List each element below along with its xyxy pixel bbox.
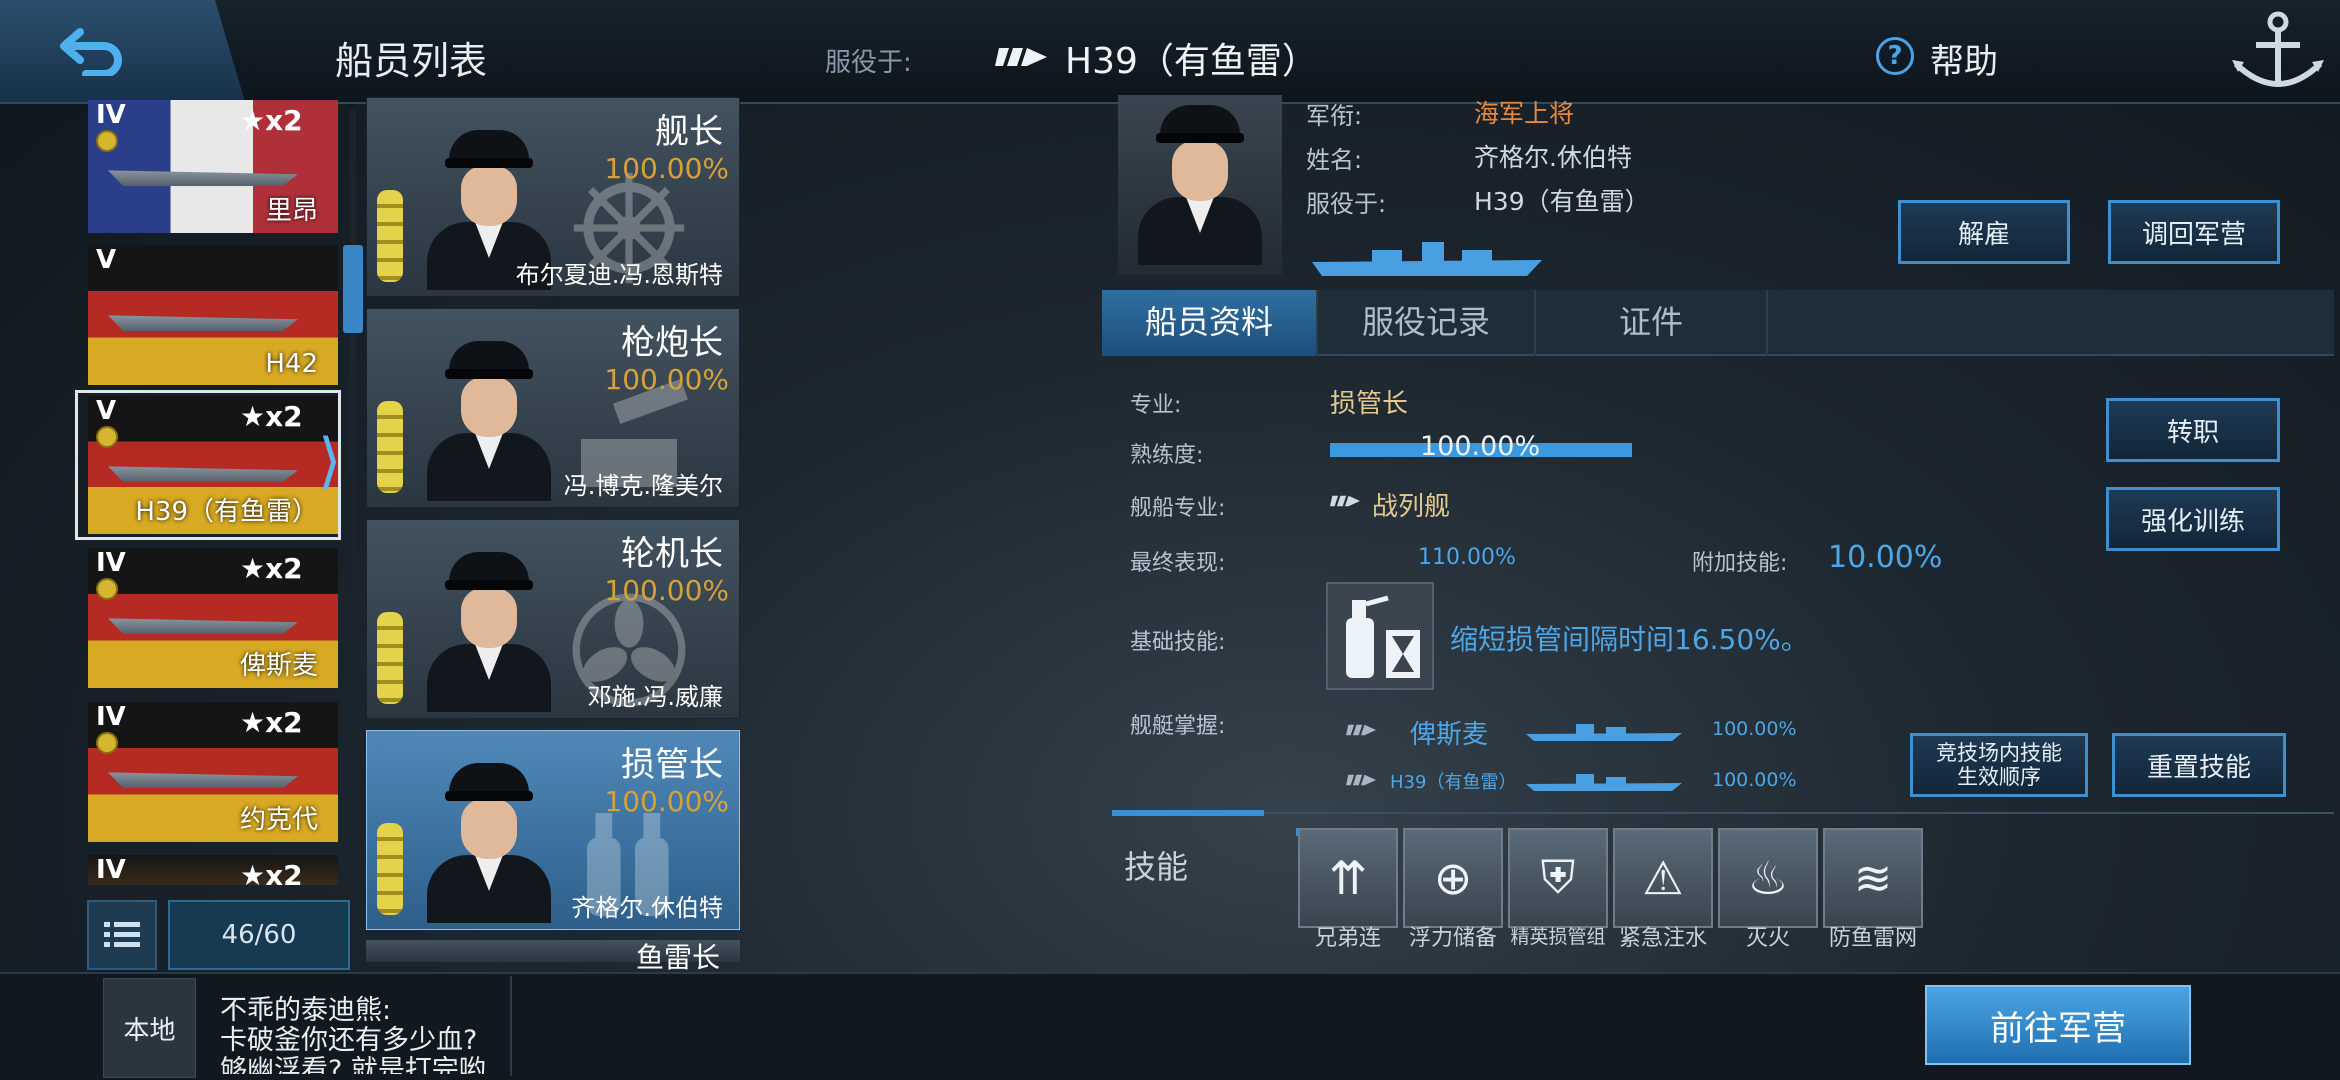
ship-silhouette-icon (1526, 774, 1682, 791)
transfer-button[interactable]: 转职 (2106, 398, 2280, 462)
crew-card-engineer[interactable]: 轮机长 100.00% 邓施.冯.威廉 (366, 519, 740, 719)
final-perf-value: 110.00% (1418, 545, 1516, 570)
skill-torpedo-net-icon[interactable]: ≋ (1823, 828, 1923, 928)
rank-value: 海军上将 (1474, 99, 1575, 128)
tab-certificate[interactable]: 证件 (1536, 290, 1768, 356)
mastery-pct: 100.00% (1712, 718, 1797, 740)
battleship-class-icon (1346, 724, 1376, 736)
skill-label: 精英损管组 (1510, 926, 1606, 948)
ship-card[interactable]: IV ★x2 里昂 (88, 100, 338, 233)
chat-divider (510, 976, 512, 1076)
ship-card[interactable]: IV ★x2 约克代 (88, 702, 338, 842)
extra-skill-label: 附加技能: (1692, 551, 1788, 576)
ship-silhouette-icon (1312, 242, 1542, 276)
base-skill-desc: 缩短损管间隔时间16.50%。 (1450, 623, 1809, 656)
name-value: 齐格尔.休伯特 (1474, 143, 1632, 172)
extra-skill-value: 10.00% (1828, 540, 1943, 575)
skills-label: 技能 (1124, 848, 1189, 886)
serve-label: 服役于: (825, 48, 912, 78)
ship-list-scrollbar[interactable] (350, 110, 356, 880)
skill-elite-damage-control-icon[interactable]: ⛨ (1508, 828, 1608, 928)
skill-label: 防鱼雷网 (1828, 926, 1917, 951)
crew-card-gunnery[interactable]: 枪炮长 100.00% 冯.博克.隆美尔 (366, 308, 740, 508)
chat-message[interactable]: 不乖的泰迪熊: 卡破釜你还有多少血? 够幽浮看? 就是打完哟 (220, 996, 486, 1075)
help-icon[interactable]: ? (1876, 37, 1914, 75)
ship-list-scroll-thumb[interactable] (343, 245, 363, 333)
back-button[interactable] (0, 0, 245, 102)
rank-ribbon (377, 401, 403, 493)
spec-label: 专业: (1130, 393, 1182, 418)
tab-crew-profile[interactable]: 船员资料 (1102, 290, 1318, 356)
battleship-class-icon (1330, 495, 1360, 507)
skill-emergency-flood-icon[interactable]: ⚠ (1613, 828, 1713, 928)
skill-label: 灭火 (1745, 926, 1790, 951)
ship-card[interactable]: IV ★x2 (88, 855, 338, 885)
train-button[interactable]: 强化训练 (2106, 487, 2280, 551)
crew-card-captain[interactable]: 舰长 100.00% 布尔夏迪.冯.恩斯特 (366, 97, 740, 297)
skill-label: 浮力储备 (1408, 926, 1497, 951)
selected-arrow-icon: ⟩ (318, 426, 342, 496)
mastery-label: 舰艇掌握: (1130, 714, 1226, 739)
serve-ship-name: H39（有鱼雷） (1065, 41, 1318, 82)
ship-card[interactable]: V H42 (88, 245, 338, 385)
spec-value: 损管长 (1330, 389, 1409, 419)
help-button[interactable]: 帮助 (1930, 34, 1998, 83)
skill-brothers-icon[interactable]: ⇈ (1298, 828, 1398, 928)
ship-count: 46/60 (168, 900, 350, 970)
ship-card[interactable]: IV ★x2 俾斯麦 (88, 548, 338, 688)
skills-divider-highlight (1112, 810, 1264, 816)
page-title: 船员列表 (335, 39, 488, 83)
rank-ribbon (377, 612, 403, 704)
crew-card-damage-control[interactable]: 损管长 100.00% 齐格尔.休伯特 (366, 730, 740, 930)
extinguisher-hourglass-icon (1346, 595, 1420, 678)
skill-buoyancy-icon[interactable]: ⊕ (1403, 828, 1503, 928)
proficiency-value: 100.00% (1420, 431, 1541, 462)
serve-detail-label: 服役于: (1306, 190, 1387, 218)
back-arrow-icon (59, 28, 122, 76)
base-skill-icon (1326, 582, 1434, 690)
crew-portrait (419, 552, 559, 712)
rank-ribbon (377, 190, 403, 282)
anchor-icon[interactable] (2228, 4, 2328, 104)
skill-label: 兄弟连 (1314, 926, 1381, 951)
list-view-button[interactable] (87, 900, 157, 970)
chat-channel-button[interactable]: 本地 (103, 978, 196, 1078)
mastery-ship-name: 俾斯麦 (1410, 720, 1489, 750)
base-skill-label: 基础技能: (1130, 630, 1226, 655)
final-perf-label: 最终表现: (1130, 551, 1226, 576)
mastery-pct: 100.00% (1712, 769, 1797, 791)
name-label: 姓名: (1306, 146, 1363, 174)
arena-skill-order-button[interactable]: 竞技场内技能 生效顺序 (1910, 733, 2088, 797)
skill-extinguish-icon[interactable]: ♨ (1718, 828, 1818, 928)
battleship-class-icon (1346, 774, 1376, 786)
rank-ribbon (377, 823, 403, 915)
ship-silhouette-icon (1526, 724, 1682, 741)
proficiency-label: 熟练度: (1130, 443, 1204, 468)
crew-portrait (419, 341, 559, 501)
crew-portrait (419, 763, 559, 923)
crew-detail-portrait (1118, 95, 1282, 275)
mastery-ship-name: H39（有鱼雷） (1390, 772, 1517, 793)
skills-divider (1112, 812, 2334, 814)
reset-skills-button[interactable]: 重置技能 (2112, 733, 2286, 797)
tab-service-record[interactable]: 服役记录 (1318, 290, 1536, 356)
ship-spec-label: 舰船专业: (1130, 496, 1226, 521)
battleship-class-icon (995, 48, 1047, 66)
serve-detail-value: H39（有鱼雷） (1474, 187, 1650, 216)
ship-spec-value: 战列舰 (1372, 492, 1451, 522)
skill-label: 紧急注水 (1618, 926, 1707, 951)
dismiss-button[interactable]: 解雇 (1898, 200, 2070, 264)
list-icon (104, 922, 140, 947)
recall-button[interactable]: 调回军营 (2108, 200, 2280, 264)
selected-ship-outline (75, 390, 341, 540)
go-to-camp-button[interactable]: 前往军营 (1925, 985, 2191, 1065)
crew-card-torpedo[interactable]: 鱼雷长 (366, 940, 740, 974)
rank-label: 军衔: (1306, 102, 1363, 130)
